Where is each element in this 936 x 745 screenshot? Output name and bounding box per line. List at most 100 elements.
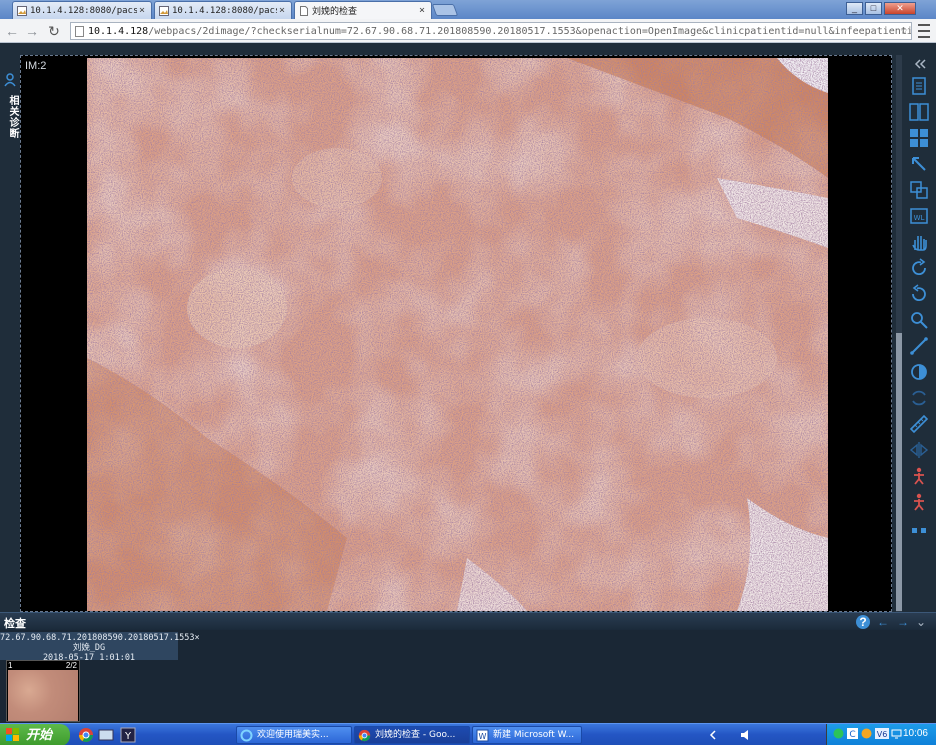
browser-tab-1-label: 10.1.4.128:8080/pacspm/: [30, 5, 137, 16]
help-icon[interactable]: ?: [856, 615, 870, 629]
word-icon: W: [476, 729, 489, 742]
window-close-button[interactable]: ✕: [884, 2, 916, 15]
scrollbar-thumb[interactable]: [896, 333, 902, 611]
chrome-icon[interactable]: [78, 727, 94, 743]
start-button[interactable]: 开始: [0, 724, 70, 745]
windows-logo-icon: [6, 728, 19, 741]
new-tab-button[interactable]: [431, 4, 459, 16]
window-level-icon[interactable]: WL: [908, 205, 930, 227]
windows-taskbar: 开始 Y 欢迎使用瑞美实... 刘娩的检查 - Goo... W 新建 Micr…: [0, 723, 936, 745]
tray-app-icon[interactable]: [833, 728, 844, 739]
page-icon: [75, 25, 84, 37]
vertical-scrollbar[interactable]: [896, 55, 902, 612]
pointer-icon[interactable]: [908, 153, 930, 175]
panel-collapse-icon[interactable]: ⌄: [914, 615, 928, 629]
image-canvas[interactable]: IM:2: [20, 55, 892, 612]
system-tray: C V6 10:06: [826, 724, 936, 745]
layout-1x2-icon[interactable]: [908, 101, 930, 123]
url-path: /webpacs/2dimage/?checkserialnum=72.67.9…: [148, 25, 912, 37]
reload-icon[interactable]: ↻: [46, 23, 62, 39]
taskbar-item-label: 欢迎使用瑞美实...: [257, 730, 329, 740]
speaker-icon[interactable]: [740, 727, 752, 743]
flip-icon[interactable]: [908, 439, 930, 461]
thumb-count: 2/2: [65, 661, 77, 670]
series-close-icon[interactable]: ×: [194, 633, 199, 643]
pan-hand-icon[interactable]: [908, 231, 930, 253]
browser-tab-1[interactable]: 10.1.4.128:8080/pacspm/ ×: [12, 1, 152, 19]
browser-tab-3-label: 刘娩的检查: [312, 7, 358, 17]
menu-icon[interactable]: [918, 24, 930, 38]
person-b-icon[interactable]: [908, 491, 930, 513]
back-icon[interactable]: ←: [4, 23, 20, 39]
window-controls: _ □ ✕: [844, 2, 916, 15]
next-arrow-icon[interactable]: →: [896, 615, 910, 629]
thumb-index: 1: [8, 661, 13, 670]
forward-icon[interactable]: →: [24, 23, 40, 39]
app-icon[interactable]: Y: [120, 727, 136, 743]
taskbar-item-label: 刘娩的检查 - Goo...: [375, 730, 456, 740]
address-bar[interactable]: 10.1.4.128/webpacs/2dimage/?checkserialn…: [70, 22, 912, 40]
bookmark-star-icon[interactable]: ☆: [900, 23, 908, 38]
series-id: 72.67.90.68.71.201808590.20180517.1553: [0, 633, 195, 643]
tray-app-icon[interactable]: [861, 728, 872, 739]
clock: 10:06: [902, 728, 928, 739]
panel-title: 检查: [4, 617, 26, 630]
svg-text:WL: WL: [914, 214, 925, 222]
ruler-icon[interactable]: [908, 413, 930, 435]
browser-tab-2-label: 10.1.4.128:8080/pacspm/: [172, 5, 277, 16]
start-label: 开始: [26, 727, 53, 742]
url-host: 10.1.4.128: [88, 25, 149, 37]
browser-tab-2[interactable]: 10.1.4.128:8080/pacspm/ ×: [154, 1, 292, 19]
reset-icon[interactable]: [908, 387, 930, 409]
series-info[interactable]: 72.67.90.68.71.201808590.20180517.1553× …: [0, 632, 200, 663]
rotate-right-icon[interactable]: [908, 257, 930, 279]
network-icon[interactable]: [891, 728, 902, 739]
tool-sidebar: WL: [904, 43, 936, 612]
report-icon[interactable]: [908, 75, 930, 97]
chrome-icon: [358, 729, 371, 742]
image-number-label: IM:2: [25, 60, 47, 72]
left-sidebar: 相关诊断: [0, 43, 20, 612]
ie-icon: [240, 729, 253, 742]
minimize-button[interactable]: _: [846, 2, 863, 15]
tray-app-icon[interactable]: C: [847, 728, 858, 739]
svg-text:V6: V6: [877, 730, 888, 739]
layout-2x2-icon[interactable]: [908, 127, 930, 149]
image-viewer: 相关诊断 IM:2 WL: [0, 43, 936, 612]
study-panel-header: 检查 ? ← → ⌄: [0, 612, 936, 630]
line-measure-icon[interactable]: [908, 335, 930, 357]
image-file-icon: [159, 5, 169, 16]
rotate-left-icon[interactable]: [908, 283, 930, 305]
svg-text:Y: Y: [124, 731, 132, 742]
thumbnail-image: [8, 670, 78, 721]
image-file-icon: [17, 5, 27, 16]
maximize-button[interactable]: □: [865, 2, 882, 15]
close-icon[interactable]: ×: [277, 5, 287, 16]
collapse-icon[interactable]: [908, 53, 930, 69]
taskbar-item-word[interactable]: W 新建 Microsoft W...: [472, 726, 582, 744]
image-stack-icon[interactable]: [908, 179, 930, 201]
zoom-icon[interactable]: [908, 309, 930, 331]
related-diagnosis-tab[interactable]: 相关诊断: [2, 95, 18, 139]
page-icon: [300, 5, 308, 16]
taskbar-item-chrome[interactable]: 刘娩的检查 - Goo...: [354, 726, 470, 744]
invert-icon[interactable]: [908, 361, 930, 383]
tray-app-icon[interactable]: V6: [875, 728, 889, 739]
close-icon[interactable]: ×: [137, 5, 147, 16]
browser-toolbar: ← → ↻ 10.1.4.128/webpacs/2dimage/?checks…: [0, 19, 936, 43]
svg-text:C: C: [849, 730, 855, 739]
desktop-icon[interactable]: [98, 727, 114, 743]
close-icon[interactable]: ×: [417, 5, 427, 16]
taskbar-item-ie[interactable]: 欢迎使用瑞美实...: [236, 726, 352, 744]
prev-arrow-icon[interactable]: ←: [876, 615, 890, 629]
taskbar-item-label: 新建 Microsoft W...: [493, 730, 575, 740]
patient-name: 刘娩_DG: [72, 643, 106, 653]
more-icon[interactable]: [908, 519, 930, 541]
person-a-icon[interactable]: [908, 465, 930, 487]
histology-image[interactable]: [87, 58, 828, 611]
svg-text:W: W: [479, 732, 487, 741]
tray-expand-icon[interactable]: [706, 727, 720, 743]
image-thumbnail[interactable]: 1 2/2: [6, 660, 80, 722]
browser-tab-3[interactable]: 刘娩的检查 ×: [294, 1, 432, 19]
study-panel: 72.67.90.68.71.201808590.20180517.1553× …: [0, 630, 936, 723]
